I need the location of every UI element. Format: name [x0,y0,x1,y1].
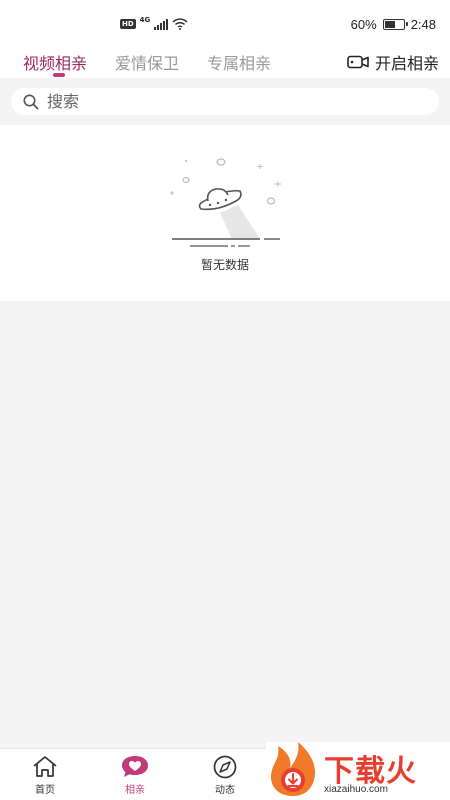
status-bar: HD 4G 60% 2:48 [0,0,450,42]
nav-item-moments[interactable]: 动态 [195,755,255,796]
flame-logo-icon [270,742,316,796]
search-input[interactable] [47,92,407,111]
active-tab-indicator [53,73,65,77]
wifi-icon [172,18,188,30]
search-icon [23,94,39,109]
search-area [0,78,450,125]
tab-exclusive-match[interactable]: 专属相亲 [207,50,271,74]
start-video-label: 开启相亲 [374,54,439,73]
clock: 2:48 [410,17,436,32]
home-icon [33,756,57,777]
watermark: 下载火 xiazaihuo.com [266,742,450,800]
network-type: 4G [139,16,151,24]
status-right: 60% 2:48 [351,17,436,32]
nav-item-home[interactable]: 首页 [15,755,75,796]
nav-label-moments: 动态 [215,785,235,796]
battery-icon [382,19,408,30]
empty-state-text: 暂无数据 [200,258,249,272]
start-video-button[interactable]: 开启相亲 [347,50,439,74]
battery-percent: 60% [350,17,377,32]
watermark-subtitle: xiazaihuo.com [324,784,388,795]
signal-icon [154,18,169,30]
nav-item-match[interactable]: 相亲 [105,755,165,796]
nav-label-home: 首页 [35,785,55,796]
heart-chat-icon [122,756,148,777]
video-camera-icon [347,55,369,69]
top-tabs: 视频相亲 爱情保卫 专属相亲 开启相亲 [0,42,450,78]
tab-love-guard[interactable]: 爱情保卫 [115,50,179,74]
battery-fill [384,21,396,28]
empty-state-card: 暂无数据 [0,125,450,301]
ufo-icon [170,158,281,247]
hd-badge: HD [120,19,136,29]
tab-video-match[interactable]: 视频相亲 [23,50,87,74]
compass-icon [213,755,237,779]
status-left: HD 4G [120,16,188,30]
nav-label-match: 相亲 [125,785,145,796]
search-bar[interactable] [11,88,439,115]
